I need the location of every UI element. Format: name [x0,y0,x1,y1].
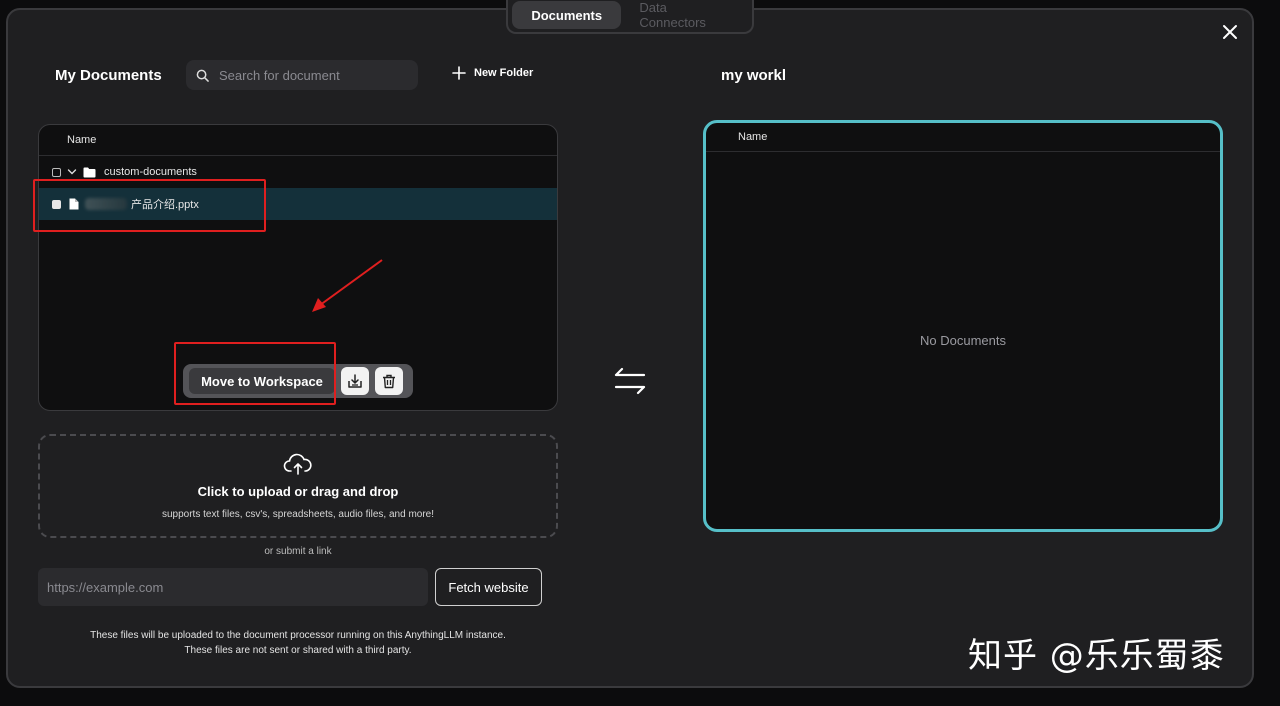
modal-tabs: Documents Data Connectors [506,0,754,34]
folder-checkbox[interactable] [52,167,61,177]
embed-button[interactable] [341,367,369,395]
annotation-arrow [312,259,383,312]
delete-button[interactable] [375,367,403,395]
tab-data-connectors[interactable]: Data Connectors [625,0,748,30]
cloud-upload-icon [283,453,312,475]
no-documents-text: No Documents [920,333,1006,348]
file-row[interactable]: 产品介绍.pptx [39,188,557,220]
upload-dropzone[interactable]: Click to upload or drag and drop support… [38,434,558,538]
tab-documents[interactable]: Documents [512,1,622,29]
upload-note-line2: These files are not sent or shared with … [184,645,412,656]
search-input[interactable] [217,66,411,84]
upload-subtitle: supports text files, csv's, spreadsheets… [161,509,435,520]
chevron-down-icon[interactable] [67,167,77,177]
trash-icon [383,374,395,388]
url-input[interactable] [38,568,428,606]
my-documents-title: My Documents [55,67,162,84]
folder-row[interactable]: custom-documents [39,156,557,188]
workspace-name-column-header: Name [706,123,1220,152]
file-name: 产品介绍.pptx [131,199,199,211]
file-icon [69,198,79,210]
upload-note-line1: These files will be uploaded to the docu… [90,630,506,641]
swap-arrows-icon [614,367,646,395]
upload-title: Click to upload or drag and drop [197,484,399,499]
new-folder-button[interactable]: New Folder [452,66,533,80]
redacted-filename-prefix [85,198,127,210]
move-to-workspace-button[interactable]: Move to Workspace [189,368,335,394]
save-embed-icon [348,374,362,388]
workspace-document-list: Name No Documents [703,120,1223,532]
plus-icon [452,66,466,80]
file-checkbox[interactable] [52,199,61,209]
workspace-title: my workl [721,67,787,84]
close-icon[interactable] [1220,22,1240,42]
fetch-website-button[interactable]: Fetch website [435,568,542,606]
search-icon [196,69,209,82]
watermark: 知乎 @乐乐蜀黍 [968,636,1225,676]
folder-name: custom-documents [104,166,197,178]
name-column-header: Name [39,125,557,156]
file-action-bar: Move to Workspace [183,364,413,398]
document-search[interactable] [186,60,418,90]
new-folder-label: New Folder [474,67,534,79]
or-submit-link: or submit a link [264,546,332,557]
folder-icon [83,167,96,177]
